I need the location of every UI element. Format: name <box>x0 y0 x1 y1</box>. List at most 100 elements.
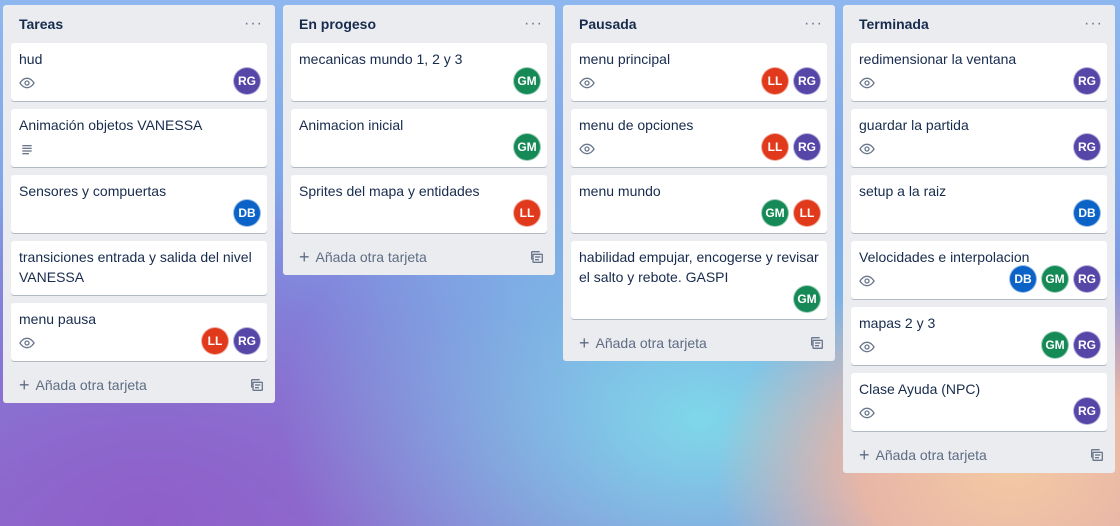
card-members: LL RG <box>761 67 821 95</box>
card[interactable]: Sprites del mapa y entidades LL <box>291 175 547 233</box>
card-title: redimensionar la ventana <box>859 51 1017 67</box>
card-members: DB <box>1073 199 1101 227</box>
member-avatar[interactable]: LL <box>513 199 541 227</box>
plus-icon: + <box>19 375 30 395</box>
card-list: mecanicas mundo 1, 2 y 3 GM Animacion inic… <box>283 43 555 233</box>
member-avatar[interactable]: LL <box>201 327 229 355</box>
member-avatar[interactable]: GM <box>793 285 821 313</box>
card[interactable]: Sensores y compuertas DB <box>11 175 267 233</box>
card[interactable]: Clase Ayuda (NPC) RG <box>851 373 1107 431</box>
card[interactable]: menu principal LL RG <box>571 43 827 101</box>
card-template-icon[interactable] <box>529 249 545 265</box>
add-card-button[interactable]: + Añada otra tarjeta <box>299 248 427 266</box>
member-avatar[interactable]: GM <box>513 133 541 161</box>
card[interactable]: redimensionar la ventana RG <box>851 43 1107 101</box>
card[interactable]: Animación objetos VANESSA <box>11 109 267 167</box>
card-title: Animacion inicial <box>299 117 404 133</box>
card-title: Velocidades e interpolacion <box>859 249 1030 265</box>
member-avatar[interactable]: RG <box>793 67 821 95</box>
card-list: menu principal LL RG menu de opciones LL RG me… <box>563 43 835 319</box>
list-title[interactable]: En progeso <box>299 16 376 32</box>
card[interactable]: habilidad empujar, encogerse y revisar e… <box>571 241 827 319</box>
member-avatar[interactable]: RG <box>1073 133 1101 161</box>
more-horizontal-icon[interactable]: ··· <box>520 14 547 34</box>
card-members: RG <box>1073 397 1101 425</box>
plus-icon: + <box>579 333 590 353</box>
card-badges <box>19 139 259 159</box>
card-title: Sprites del mapa y entidades <box>299 183 480 199</box>
member-avatar[interactable]: LL <box>761 133 789 161</box>
card-members: DB GM RG <box>1009 265 1101 293</box>
list-title[interactable]: Tareas <box>19 16 63 32</box>
member-avatar[interactable]: GM <box>761 199 789 227</box>
list-footer: + Añada otra tarjeta <box>843 437 1115 473</box>
card-badges <box>859 403 1099 423</box>
card[interactable]: Animacion inicial GM <box>291 109 547 167</box>
watching-eye-icon <box>579 141 595 157</box>
card[interactable]: menu mundo GM LL <box>571 175 827 233</box>
card-badges <box>579 291 819 311</box>
card-badges <box>19 73 259 93</box>
card-members: GM <box>793 285 821 313</box>
member-avatar[interactable]: RG <box>1073 397 1101 425</box>
list-header: Tareas ··· <box>3 5 275 43</box>
more-horizontal-icon[interactable]: ··· <box>240 14 267 34</box>
add-card-label: Añada otra tarjeta <box>595 335 707 351</box>
member-avatar[interactable]: LL <box>761 67 789 95</box>
list-footer: + Añada otra tarjeta <box>563 325 835 361</box>
member-avatar[interactable]: RG <box>1073 67 1101 95</box>
card[interactable]: mapas 2 y 3 GM RG <box>851 307 1107 365</box>
card-list: hud RG Animación objetos VANESSA Sensores y… <box>3 43 275 361</box>
card-members: GM RG <box>1041 331 1101 359</box>
list-title[interactable]: Pausada <box>579 16 637 32</box>
card-badges <box>299 73 539 93</box>
watching-eye-icon <box>579 75 595 91</box>
card[interactable]: transiciones entrada y salida del nivel … <box>11 241 267 295</box>
card[interactable]: guardar la partida RG <box>851 109 1107 167</box>
card-template-icon[interactable] <box>1089 447 1105 463</box>
member-avatar[interactable]: GM <box>1041 265 1069 293</box>
member-avatar[interactable]: RG <box>1073 265 1101 293</box>
member-avatar[interactable]: LL <box>793 199 821 227</box>
card-template-icon[interactable] <box>809 335 825 351</box>
member-avatar[interactable]: RG <box>1073 331 1101 359</box>
card[interactable]: menu pausa LL RG <box>11 303 267 361</box>
watching-eye-icon <box>19 335 35 351</box>
list-header: Pausada ··· <box>563 5 835 43</box>
card-title: Animación objetos VANESSA <box>19 117 203 133</box>
card[interactable]: mecanicas mundo 1, 2 y 3 GM <box>291 43 547 101</box>
member-avatar[interactable]: GM <box>1041 331 1069 359</box>
member-avatar[interactable]: RG <box>233 67 261 95</box>
card[interactable]: menu de opciones LL RG <box>571 109 827 167</box>
card-members: RG <box>1073 67 1101 95</box>
card[interactable]: Velocidades e interpolacion DB GM RG <box>851 241 1107 299</box>
more-horizontal-icon[interactable]: ··· <box>1080 14 1107 34</box>
add-card-button[interactable]: + Añada otra tarjeta <box>859 446 987 464</box>
card-template-icon[interactable] <box>249 377 265 393</box>
member-avatar[interactable]: DB <box>1073 199 1101 227</box>
card[interactable]: setup a la raiz DB <box>851 175 1107 233</box>
list-terminada: Terminada ··· redimensionar la ventana RG gu… <box>843 5 1115 473</box>
card-members: LL RG <box>761 133 821 161</box>
add-card-button[interactable]: + Añada otra tarjeta <box>579 334 707 352</box>
card[interactable]: hud RG <box>11 43 267 101</box>
member-avatar[interactable]: DB <box>1009 265 1037 293</box>
card-title: guardar la partida <box>859 117 969 133</box>
list-header: En progeso ··· <box>283 5 555 43</box>
card-title: mecanicas mundo 1, 2 y 3 <box>299 51 463 67</box>
more-horizontal-icon[interactable]: ··· <box>800 14 827 34</box>
card-title: Clase Ayuda (NPC) <box>859 381 981 397</box>
card-badges <box>859 73 1099 93</box>
member-avatar[interactable]: RG <box>233 327 261 355</box>
watching-eye-icon <box>859 405 875 421</box>
list-title[interactable]: Terminada <box>859 16 929 32</box>
member-avatar[interactable]: GM <box>513 67 541 95</box>
list-pausada: Pausada ··· menu principal LL RG menu de opci… <box>563 5 835 361</box>
card-list: redimensionar la ventana RG guardar la par… <box>843 43 1115 431</box>
member-avatar[interactable]: RG <box>793 133 821 161</box>
list-footer: + Añada otra tarjeta <box>283 239 555 275</box>
watching-eye-icon <box>859 339 875 355</box>
member-avatar[interactable]: DB <box>233 199 261 227</box>
add-card-button[interactable]: + Añada otra tarjeta <box>19 376 147 394</box>
card-members: RG <box>1073 133 1101 161</box>
